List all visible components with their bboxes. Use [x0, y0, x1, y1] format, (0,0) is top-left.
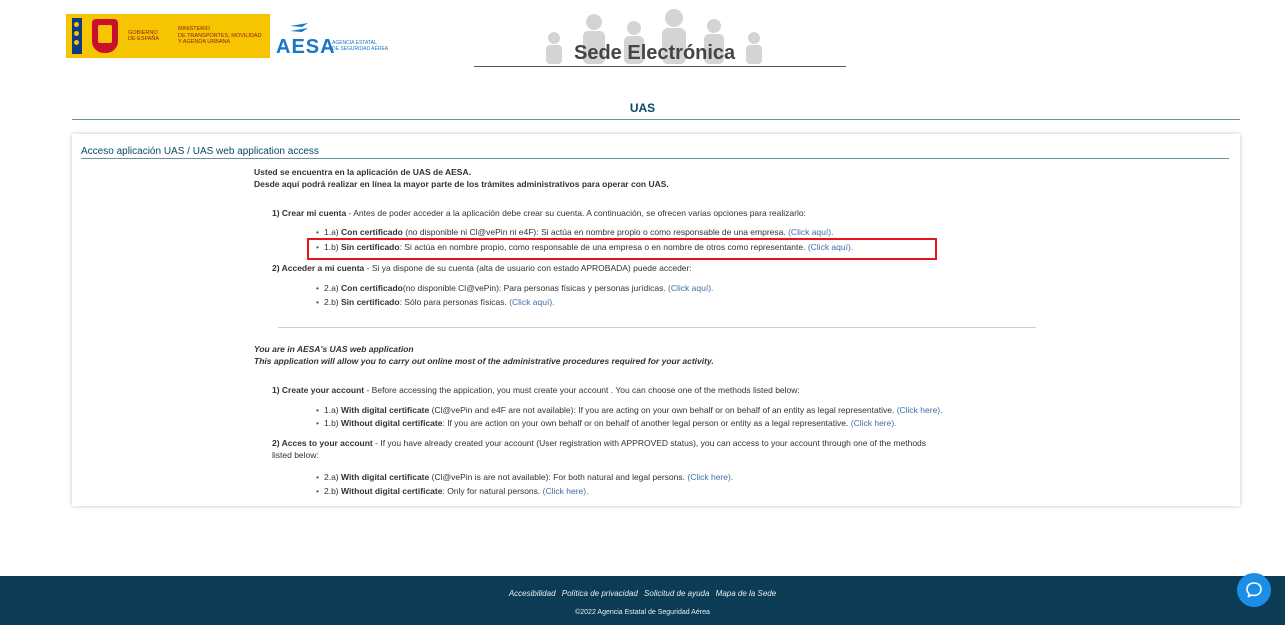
copyright: ©2022 Agencia Estatal de Seguridad Aérea	[575, 609, 710, 616]
en-option-1b-link[interactable]: (Click here).	[851, 418, 897, 428]
gov-line2: DE ESPAÑA	[128, 36, 160, 42]
en-intro-line1: You are in AESA's UAS web application	[254, 344, 414, 354]
en-option-2a: 2.a) With digital certificate (Cl@vePin …	[316, 472, 733, 483]
es-option-1b-link[interactable]: (Click aquí).	[808, 242, 853, 252]
en-option-1b: 1.b) Without digital certificate: If you…	[316, 418, 897, 429]
es-option-1b-text: : Si actúa en nombre propio, como respon…	[399, 242, 808, 252]
en-step1-text: - Before accessing the appication, you m…	[364, 385, 800, 395]
en-option-1a-prefix: 1.a)	[323, 405, 341, 415]
aesa-sub-line2: DE SEGURIDAD AÉREA	[332, 46, 389, 52]
sede-underline	[474, 66, 846, 67]
en-option-2b-label: Without digital certificate	[341, 486, 443, 496]
es-step2: 2) Acceder a mi cuenta - Si ya dispone d…	[272, 263, 692, 274]
site-header: GOBIERNO DE ESPAÑA MINISTERIO DE TRANSPO…	[0, 0, 1285, 74]
site-footer: Accesibilidad Política de privacidad Sol…	[0, 576, 1285, 625]
footer-link-privacidad[interactable]: Política de privacidad	[562, 589, 638, 598]
en-option-1b-label: Without digital certificate	[341, 418, 443, 428]
es-option-2b-link[interactable]: (Click aquí).	[509, 297, 554, 307]
en-step1-heading: 1) Create your account	[272, 385, 365, 395]
es-option-1a-link[interactable]: (Click aquí).	[788, 227, 833, 237]
language-divider	[278, 327, 1036, 328]
ministry-line3: Y AGENDA URBANA	[178, 39, 231, 46]
footer-links: Accesibilidad Política de privacidad Sol…	[0, 589, 1285, 598]
es-option-2b-prefix: 2.b)	[323, 297, 341, 307]
es-option-1a: 1.a) Con certificado (no disponible ni C…	[316, 227, 833, 238]
footer-link-accesibilidad[interactable]: Accesibilidad	[509, 589, 556, 598]
es-step2-heading: 2) Acceder a mi cuenta	[272, 263, 365, 273]
en-option-2a-label: With digital certificate	[341, 472, 430, 482]
aesa-wing-icon	[290, 23, 308, 32]
section-title: Acceso aplicación UAS / UAS web applicat…	[81, 146, 319, 157]
es-option-2b-text: : Sólo para personas físicas.	[399, 297, 510, 307]
en-intro-line2: This application will allow you to carry…	[254, 356, 714, 366]
en-step1: 1) Create your account - Before accessin…	[272, 385, 800, 396]
es-step2-text: - Si ya dispone de su cuenta (alta de us…	[364, 263, 692, 273]
coat-of-arms-icon	[92, 19, 118, 53]
es-step1: 1) Crear mi cuenta - Antes de poder acce…	[272, 208, 806, 219]
es-option-2a-prefix: 2.a)	[323, 283, 341, 293]
en-step2-text-line2: listed below:	[272, 450, 319, 460]
es-step1-heading: 1) Crear mi cuenta	[272, 208, 347, 218]
en-option-1b-prefix: 1.b)	[323, 418, 341, 428]
en-option-2b: 2.b) Without digital certificate: Only f…	[316, 486, 588, 497]
aesa-logo[interactable]: AESA AGENCIA ESTATAL DE SEGURIDAD AÉREA	[276, 22, 396, 58]
chat-button[interactable]	[1237, 573, 1271, 607]
en-option-2b-prefix: 2.b)	[323, 486, 341, 496]
footer-link-ayuda[interactable]: Solicitud de ayuda	[644, 589, 709, 598]
en-option-1a-link[interactable]: (Click here).	[897, 405, 943, 415]
eu-flag-icon	[72, 18, 82, 54]
es-option-1b: 1.b) Sin certificado: Si actúa en nombre…	[316, 242, 853, 253]
footer-link-mapa[interactable]: Mapa de la Sede	[716, 589, 777, 598]
en-option-2b-link[interactable]: (Click here).	[543, 486, 589, 496]
es-option-1a-prefix: 1.a)	[323, 227, 341, 237]
aesa-wordmark: AESA	[276, 36, 336, 58]
es-intro-line2: Desde aquí podrá realizar en línea la ma…	[254, 179, 669, 189]
es-option-1b-prefix: 1.b)	[323, 242, 341, 252]
government-logo[interactable]: GOBIERNO DE ESPAÑA MINISTERIO DE TRANSPO…	[66, 14, 270, 58]
sede-banner: Sede Electrónica	[474, 4, 846, 68]
en-option-1a-label: With digital certificate	[341, 405, 430, 415]
es-option-1a-text: (no disponible ni Cl@vePin ni e4F): Si a…	[402, 227, 789, 237]
es-intro-line1: Usted se encuentra en la aplicación de U…	[254, 167, 471, 177]
es-step1-text: - Antes de poder acceder a la aplicación…	[346, 208, 806, 218]
ministry-name: MINISTERIO DE TRANSPORTES, MOVILIDAD Y A…	[178, 26, 268, 46]
en-option-2a-text: (Cl@vePin is are not available): For bot…	[429, 472, 688, 482]
chat-bubble-icon	[1246, 582, 1262, 598]
es-option-2a-link[interactable]: (Click aquí).	[668, 283, 713, 293]
en-step2-heading: 2) Acces to your account	[272, 438, 373, 448]
title-divider	[72, 119, 1240, 120]
es-option-2b: 2.b) Sin certificado: Sólo para personas…	[316, 297, 555, 308]
en-option-1a: 1.a) With digital certificate (Cl@vePin …	[316, 405, 943, 416]
es-option-2a-label: Con certificado	[341, 283, 403, 293]
es-option-2a-text: (no disponible Cl@vePin): Para personas …	[402, 283, 669, 293]
en-option-2a-prefix: 2.a)	[323, 472, 341, 482]
en-step2: 2) Acces to your account - If you have a…	[272, 438, 926, 449]
page-title: UAS	[629, 101, 656, 115]
es-option-1a-label: Con certificado	[341, 227, 403, 237]
en-step2-text-line1: - If you have already created your accou…	[372, 438, 927, 448]
es-option-1b-label: Sin certificado	[341, 242, 400, 252]
section-divider	[81, 158, 1229, 159]
es-option-2a: 2.a) Con certificado(no disponible Cl@ve…	[316, 283, 713, 294]
en-option-2b-text: : Only for natural persons.	[442, 486, 543, 496]
en-option-2a-link[interactable]: (Click here).	[687, 472, 733, 482]
en-option-1b-text: : If you are action on your own behalf o…	[442, 418, 851, 428]
government-name: GOBIERNO DE ESPAÑA	[128, 30, 168, 43]
sede-title: Sede Electrónica	[574, 42, 736, 64]
aesa-subtitle: AGENCIA ESTATAL DE SEGURIDAD AÉREA	[332, 40, 392, 52]
en-option-1a-text: (Cl@vePin and e4F are not available): If…	[429, 405, 897, 415]
es-option-2b-label: Sin certificado	[341, 297, 400, 307]
